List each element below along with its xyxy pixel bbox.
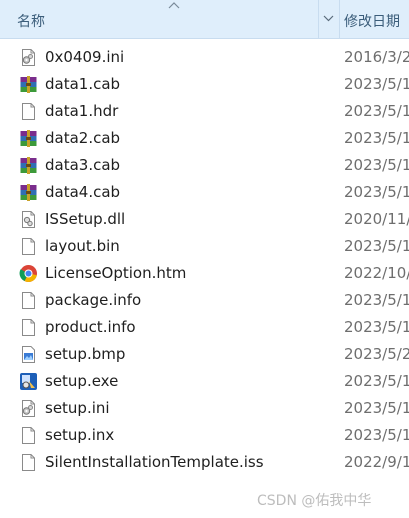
dll-file-icon	[19, 210, 38, 229]
file-row[interactable]: data1.hdr 2023/5/1	[0, 98, 409, 125]
file-date: 2016/3/2	[344, 48, 409, 66]
file-date: 2023/5/2	[344, 345, 409, 363]
file-date: 2023/5/1	[344, 129, 409, 147]
file-row[interactable]: setup.ini 2023/5/1	[0, 395, 409, 422]
file-name: package.info	[45, 291, 142, 309]
file-name: setup.inx	[45, 426, 115, 444]
file-date: 2023/5/1	[344, 372, 409, 390]
chevron-down-icon	[323, 15, 334, 22]
file-row[interactable]: data4.cab 2023/5/1	[0, 179, 409, 206]
file-date: 2022/10/	[344, 264, 409, 282]
name-column-header[interactable]: 名称	[0, 0, 318, 38]
file-name: setup.exe	[45, 372, 119, 390]
file-list: 0x0409.ini 2016/3/2 data1.cab 2023/5/1 data1…	[0, 44, 409, 476]
blank-file-icon	[19, 453, 38, 472]
file-name: data3.cab	[45, 156, 121, 174]
file-date: 2023/5/1	[344, 102, 409, 120]
file-name: data1.hdr	[45, 102, 119, 120]
file-date: 2022/9/1	[344, 453, 409, 471]
file-name: setup.ini	[45, 399, 110, 417]
blank-file-icon	[19, 237, 38, 256]
column-header-bar: 名称 修改日期	[0, 0, 409, 39]
file-name: 0x0409.ini	[45, 48, 125, 66]
chrome-icon	[19, 264, 38, 283]
bitmap-image-icon	[19, 345, 38, 364]
file-name: product.info	[45, 318, 136, 336]
file-date: 2023/5/1	[344, 318, 409, 336]
file-date: 2023/5/1	[344, 237, 409, 255]
file-date: 2023/5/1	[344, 156, 409, 174]
winrar-archive-icon	[19, 156, 38, 175]
file-row[interactable]: product.info 2023/5/1	[0, 314, 409, 341]
blank-file-icon	[19, 291, 38, 310]
ini-settings-icon	[19, 399, 38, 418]
winrar-archive-icon	[19, 75, 38, 94]
file-row[interactable]: data2.cab 2023/5/1	[0, 125, 409, 152]
watermark: CSDN @佑我中华	[257, 493, 372, 509]
file-row[interactable]: package.info 2023/5/1	[0, 287, 409, 314]
file-row[interactable]: data3.cab 2023/5/1	[0, 152, 409, 179]
blank-file-icon	[19, 426, 38, 445]
column-dropdown-button[interactable]	[318, 0, 340, 38]
file-date: 2023/5/1	[344, 183, 409, 201]
file-row[interactable]: ISSetup.dll 2020/11/	[0, 206, 409, 233]
file-name: setup.bmp	[45, 345, 126, 363]
file-row[interactable]: LicenseOption.htm 2022/10/	[0, 260, 409, 287]
file-date: 2023/5/1	[344, 426, 409, 444]
blank-file-icon	[19, 102, 38, 121]
winrar-archive-icon	[19, 183, 38, 202]
name-column-label: 名称	[17, 14, 45, 30]
installer-exe-icon	[19, 372, 38, 391]
file-row[interactable]: setup.bmp 2023/5/2	[0, 341, 409, 368]
file-row[interactable]: data1.cab 2023/5/1	[0, 71, 409, 98]
file-name: data1.cab	[45, 75, 121, 93]
file-row[interactable]: setup.exe 2023/5/1	[0, 368, 409, 395]
file-name: data4.cab	[45, 183, 121, 201]
file-name: LicenseOption.htm	[45, 264, 187, 282]
file-name: data2.cab	[45, 129, 121, 147]
file-date: 2020/11/	[344, 210, 409, 228]
file-name: ISSetup.dll	[45, 210, 126, 228]
date-modified-column-header[interactable]: 修改日期	[339, 0, 409, 38]
file-name: layout.bin	[45, 237, 120, 255]
file-row[interactable]: 0x0409.ini 2016/3/2	[0, 44, 409, 71]
blank-file-icon	[19, 318, 38, 337]
file-date: 2023/5/1	[344, 399, 409, 417]
file-date: 2023/5/1	[344, 291, 409, 309]
file-row[interactable]: SilentInstallationTemplate.iss 2022/9/1	[0, 449, 409, 476]
file-row[interactable]: setup.inx 2023/5/1	[0, 422, 409, 449]
ini-settings-icon	[19, 48, 38, 67]
winrar-archive-icon	[19, 129, 38, 148]
file-name: SilentInstallationTemplate.iss	[45, 453, 264, 471]
file-row[interactable]: layout.bin 2023/5/1	[0, 233, 409, 260]
file-date: 2023/5/1	[344, 75, 409, 93]
sort-ascending-icon	[168, 2, 180, 9]
date-column-label: 修改日期	[344, 14, 400, 30]
